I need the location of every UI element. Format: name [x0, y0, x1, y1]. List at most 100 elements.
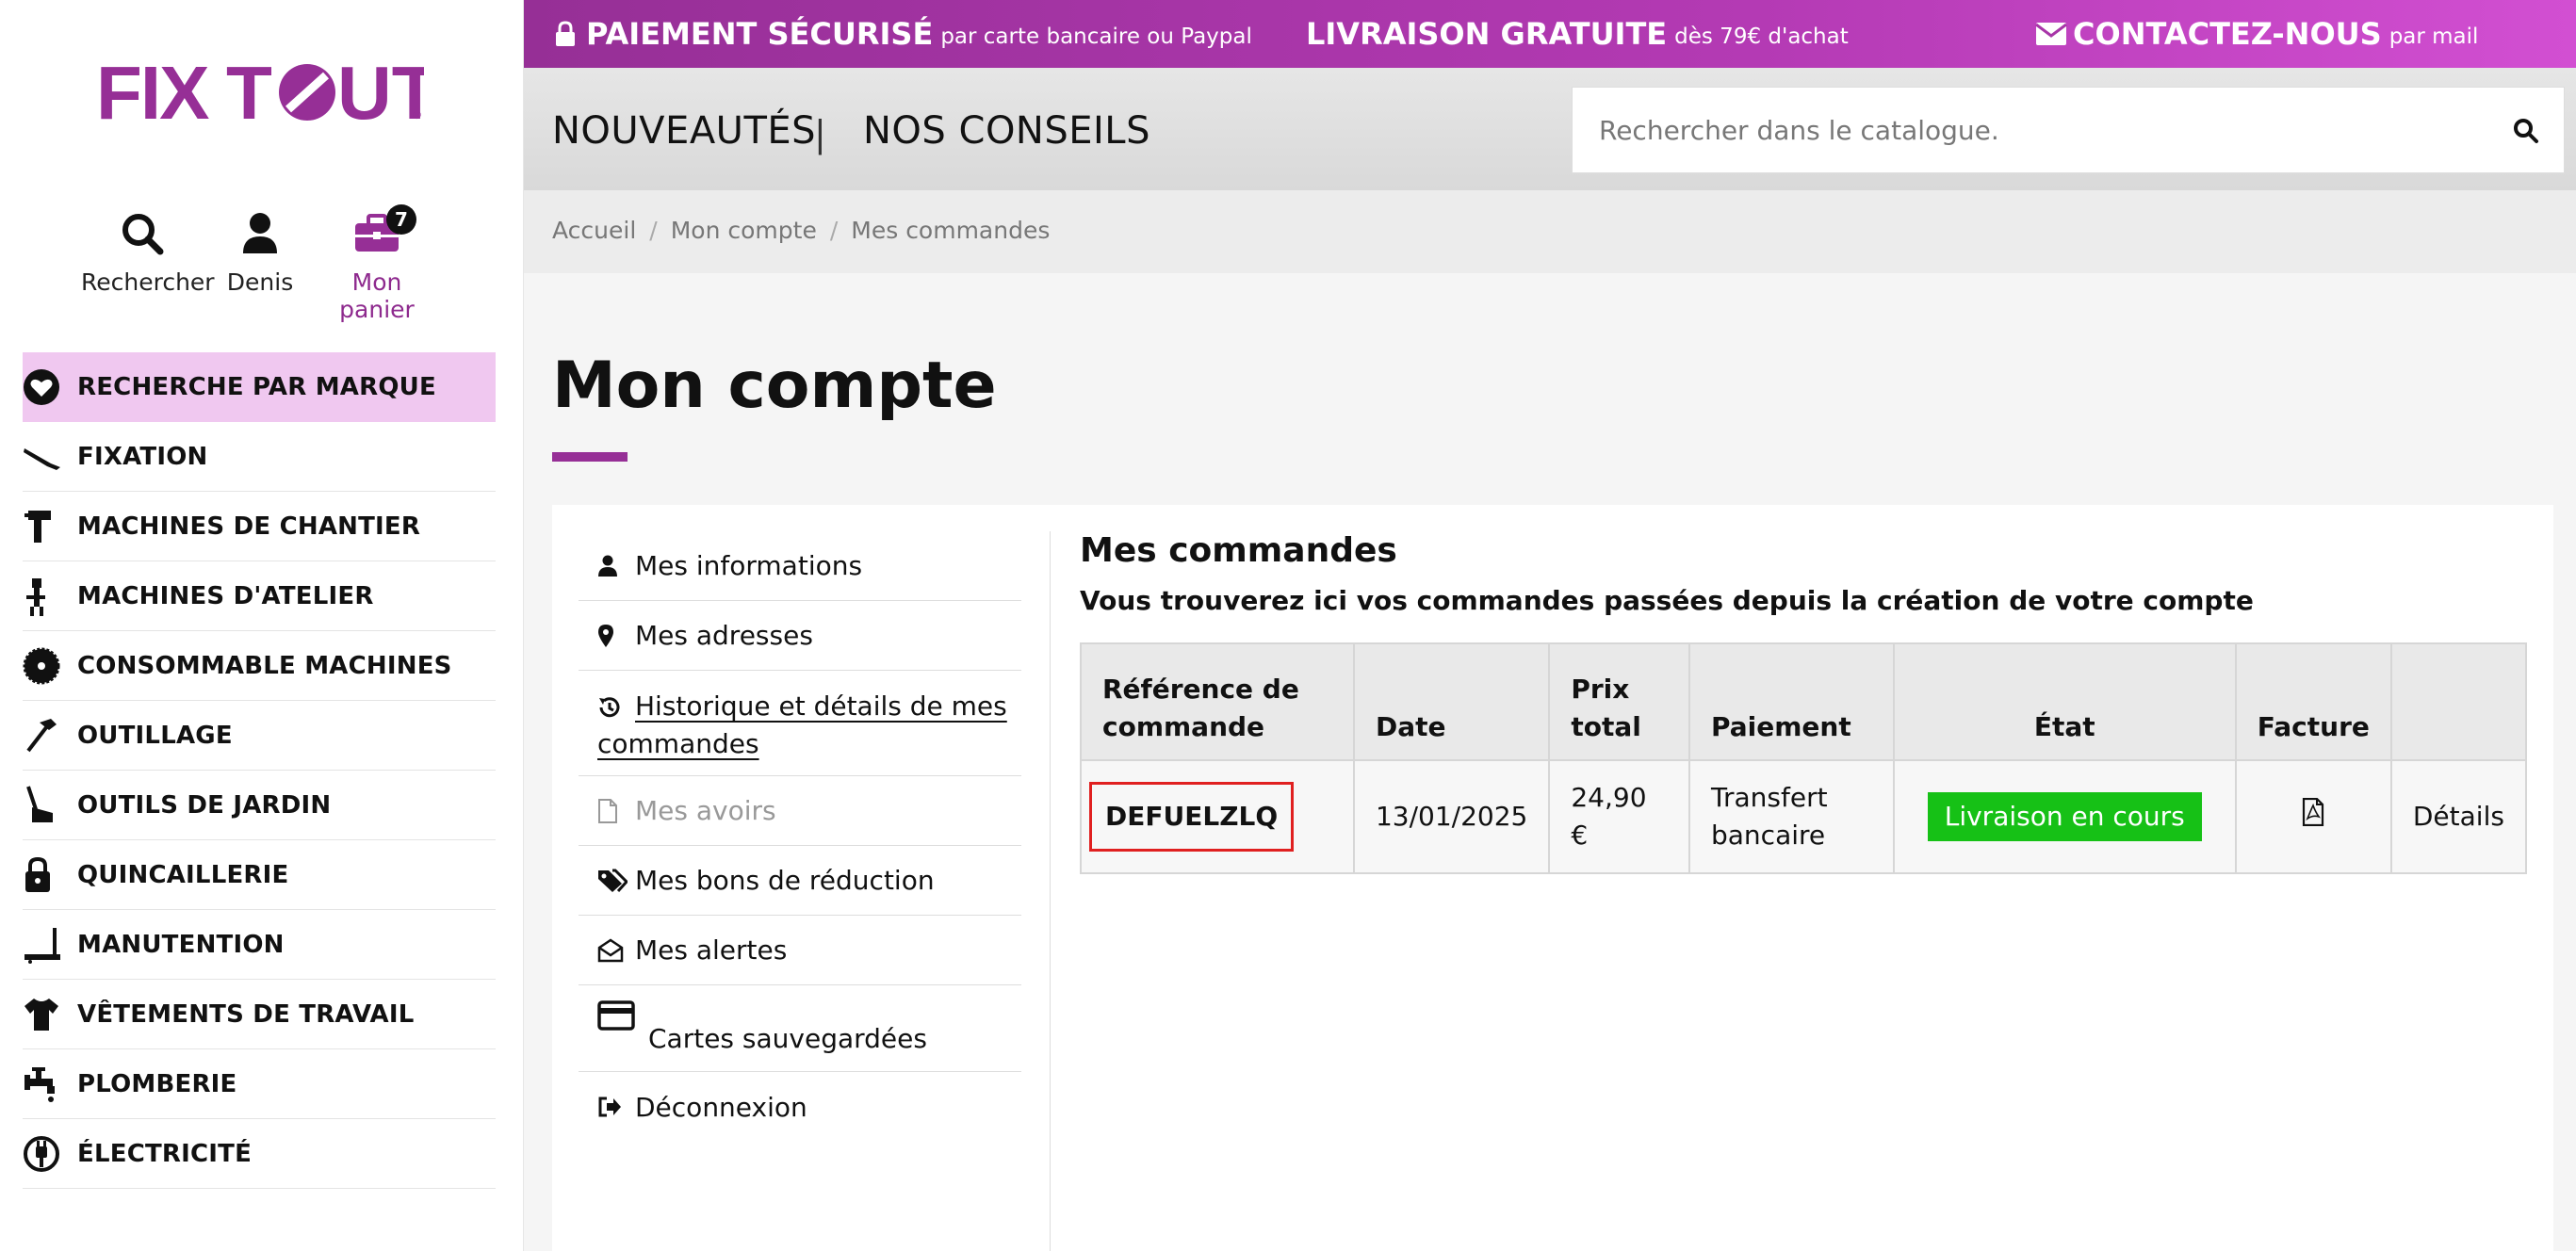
breadcrumb-bar: Accueil / Mon compte / Mes commandes	[524, 190, 2576, 273]
menu-item-electricity[interactable]: ÉLECTRICITÉ	[23, 1119, 496, 1189]
order-reference-cell: DEFUELZLQ	[1081, 760, 1355, 873]
breadcrumb-home[interactable]: Accueil	[552, 217, 636, 244]
order-status-cell: Livraison en cours	[1893, 760, 2237, 873]
search-submit-button[interactable]	[2505, 110, 2547, 152]
search-input[interactable]	[1573, 88, 2477, 172]
hammer-icon	[26, 718, 57, 752]
account-nav-logout[interactable]: Déconnexion	[579, 1072, 1021, 1142]
menu-label: ÉLECTRICITÉ	[77, 1139, 253, 1168]
search-icon	[2514, 119, 2538, 143]
heart-icon	[24, 369, 59, 405]
page-title: Mon compte	[552, 349, 997, 423]
tags-icon	[598, 869, 628, 892]
free-delivery-title: LIVRAISON GRATUITE	[1306, 16, 1668, 52]
search-icon	[122, 214, 164, 255]
menu-label: MACHINES D'ATELIER	[77, 581, 374, 610]
panel-divider	[1050, 531, 1051, 1251]
account-nav-label: Déconnexion	[635, 1091, 807, 1123]
account-nav-alerts[interactable]: Mes alertes	[579, 916, 1021, 985]
menu-item-handling[interactable]: MANUTENTION	[23, 910, 496, 980]
nav-advice[interactable]: NOS CONSEILS	[863, 109, 1150, 153]
faucet-icon	[24, 1066, 55, 1102]
history-icon	[599, 697, 620, 718]
orders-section: Mes commandes Vous trouverez ici vos com…	[1080, 531, 2531, 874]
breadcrumb-account[interactable]: Mon compte	[671, 217, 817, 244]
menu-item-tools[interactable]: OUTILLAGE	[23, 701, 496, 771]
menu-label: CONSOMMABLE MACHINES	[77, 651, 452, 680]
account-panel: Mes informations Mes adresses Historique…	[552, 505, 2553, 1251]
file-icon	[598, 798, 617, 823]
sidebar: FIX T UT ® Rechercher Denis Mon panier 7	[0, 0, 524, 1251]
menu-label: VÊTEMENTS DE TRAVAIL	[77, 999, 415, 1029]
account-nav-order-history[interactable]: Historique et détails de mes commandes	[579, 671, 1021, 776]
map-pin-icon	[598, 624, 613, 647]
contact-link[interactable]: CONTACTEZ-NOUS par mail	[2035, 0, 2478, 68]
sign-out-icon	[598, 1097, 621, 1117]
plug-icon	[24, 1135, 59, 1172]
main-nav: NOUVEAUTÉS | NOS CONSEILS	[524, 68, 2576, 190]
envelope-open-icon	[597, 937, 624, 962]
breadcrumb-orders: Mes commandes	[851, 217, 1051, 244]
column-header-status: État	[1893, 643, 2237, 761]
pdf-icon[interactable]	[2302, 797, 2324, 826]
cart-button[interactable]: Mon panier 7	[311, 204, 443, 323]
breadcrumb-separator: /	[649, 217, 658, 244]
breadcrumb-separator: /	[829, 217, 839, 244]
lock-icon	[556, 21, 575, 46]
category-menu: RECHERCHE PAR MARQUE FIXATION MACHINES D…	[23, 352, 496, 1189]
saw-blade-icon	[23, 647, 60, 684]
order-total: 24,90 €	[1549, 760, 1690, 873]
menu-item-hardware[interactable]: QUINCAILLERIE	[23, 840, 496, 910]
menu-item-site-machines[interactable]: MACHINES DE CHANTIER	[23, 492, 496, 561]
drill-icon	[24, 510, 51, 543]
account-nav-addresses[interactable]: Mes adresses	[579, 601, 1021, 671]
menu-item-brand-search[interactable]: RECHERCHE PAR MARQUE	[23, 352, 496, 422]
menu-item-workwear[interactable]: VÊTEMENTS DE TRAVAIL	[23, 980, 496, 1049]
column-header-total: Prix total	[1549, 643, 1690, 761]
padlock-icon	[25, 856, 50, 892]
menu-label: MACHINES DE CHANTIER	[77, 512, 421, 541]
menu-label: RECHERCHE PAR MARQUE	[77, 373, 436, 401]
envelope-icon	[2035, 23, 2067, 45]
credit-card-icon	[597, 999, 635, 1031]
contact-note: par mail	[2389, 24, 2479, 49]
contact-title: CONTACTEZ-NOUS	[2073, 16, 2382, 52]
cart-label: Mon panier	[339, 268, 415, 323]
account-button[interactable]: Denis	[222, 212, 298, 296]
menu-item-fixation[interactable]: FIXATION	[23, 422, 496, 492]
menu-item-plumbing[interactable]: PLOMBERIE	[23, 1049, 496, 1119]
account-nav-label: Mes informations	[635, 550, 863, 581]
account-nav-label: Mes bons de réduction	[635, 865, 935, 896]
order-payment: Transfert bancaire	[1689, 760, 1895, 873]
account-nav-credits[interactable]: Mes avoirs	[579, 776, 1021, 846]
tshirt-icon	[24, 998, 58, 1031]
account-nav: Mes informations Mes adresses Historique…	[579, 531, 1021, 1142]
free-delivery-info: LIVRAISON GRATUITE dès 79€ d'achat	[1306, 0, 1849, 68]
menu-item-garden-tools[interactable]: OUTILS DE JARDIN	[23, 771, 496, 840]
order-reference[interactable]: DEFUELZLQ	[1089, 782, 1295, 852]
header-search-button[interactable]: Rechercher	[81, 212, 215, 296]
secure-payment-title: PAIEMENT SÉCURISÉ	[586, 16, 934, 52]
secure-payment-info: PAIEMENT SÉCURISÉ par carte bancaire ou …	[554, 0, 1252, 68]
column-header-actions	[2390, 643, 2526, 761]
account-nav-saved-cards[interactable]: Cartes sauvegardées	[579, 985, 1021, 1072]
column-header-payment: Paiement	[1689, 643, 1895, 761]
search-label: Rechercher	[81, 268, 215, 296]
order-details-link[interactable]: Détails	[2390, 760, 2526, 873]
menu-item-workshop-machines[interactable]: MACHINES D'ATELIER	[23, 561, 496, 631]
status-badge: Livraison en cours	[1927, 792, 2202, 841]
nav-new-products[interactable]: NOUVEAUTÉS	[552, 109, 816, 153]
account-nav-label: Cartes sauvegardées	[648, 1023, 927, 1054]
pallet-jack-icon	[24, 927, 60, 964]
fixtout-logo[interactable]: FIX T UT ®	[94, 55, 424, 125]
account-nav-information[interactable]: Mes informations	[579, 531, 1021, 601]
menu-label: QUINCAILLERIE	[77, 860, 289, 889]
breadcrumb: Accueil / Mon compte / Mes commandes	[552, 217, 1050, 244]
svg-text:UT: UT	[337, 55, 424, 125]
lawnmower-icon	[26, 785, 53, 822]
orders-table-header: Référence de commande Date Prix total Paie…	[1081, 643, 2526, 761]
account-nav-vouchers[interactable]: Mes bons de réduction	[579, 846, 1021, 916]
account-nav-label: Historique et détails de mes commandes	[597, 690, 1007, 759]
menu-item-consumables[interactable]: CONSOMMABLE MACHINES	[23, 631, 496, 701]
free-delivery-note: dès 79€ d'achat	[1674, 24, 1849, 49]
